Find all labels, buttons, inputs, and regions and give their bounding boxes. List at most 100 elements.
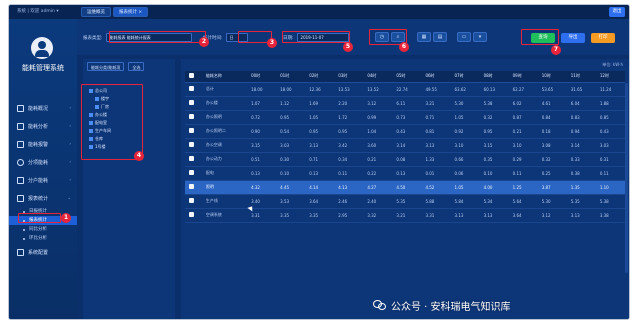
value-cell: 1.05 [450, 110, 480, 125]
checkbox-icon[interactable] [189, 128, 194, 133]
calendar-button[interactable]: ▦ [417, 32, 431, 42]
value-cell: 5.64 [508, 194, 538, 209]
vertical-scrollbar[interactable] [625, 83, 628, 273]
value-cell: 1.25 [508, 180, 538, 195]
checkbox-icon[interactable] [189, 142, 194, 147]
checkbox-icon[interactable] [189, 156, 194, 161]
grid-button[interactable]: ▤ [433, 32, 447, 42]
sidebar-item-report[interactable]: 报表统计 ⌄ [9, 189, 77, 207]
export-button[interactable]: 导出 [561, 33, 585, 43]
row-select-cell[interactable] [185, 124, 202, 139]
select-all-header[interactable] [185, 71, 202, 83]
table-body: 总计 18.00 18.00 12.36 13.53 13.52 22.74 49.55 63.… [185, 82, 625, 223]
value-cell: 0.33 [566, 152, 596, 167]
value-cell: 5.38 [595, 194, 625, 209]
checkbox-icon[interactable] [189, 114, 194, 119]
value-cell: 3.13 [566, 208, 596, 223]
row-select-cell[interactable] [185, 208, 202, 223]
value-cell: 3.42 [334, 138, 364, 153]
checkbox-icon[interactable] [189, 212, 194, 217]
sidebar-subitem-mom[interactable]: 环比分析 [9, 234, 77, 243]
table-row[interactable]: 办公空调 3.15 3.03 3.13 3.42 3.60 3.14 3.13 3.10 3.15… [185, 138, 625, 153]
value-cell: 3.13 [305, 138, 335, 153]
checkbox-icon[interactable] [189, 73, 194, 79]
row-select-cell[interactable] [185, 194, 202, 209]
value-cell: 18.00 [247, 82, 277, 97]
sidebar-item-label: 系统配置 [28, 249, 49, 256]
checkbox-icon[interactable] [189, 86, 194, 91]
table-row[interactable]: 总计 18.00 18.00 12.36 13.53 13.52 22.74 49.55 63.… [185, 82, 625, 97]
row-select-cell[interactable] [185, 110, 202, 125]
value-cell: 53.65 [537, 82, 567, 97]
value-cell: 2.20 [334, 96, 364, 111]
value-cell: 0.84 [537, 110, 567, 125]
row-select-cell[interactable] [185, 138, 202, 153]
sidebar-item-settings[interactable]: 系统配置 [9, 243, 77, 261]
table-row[interactable]: 办公照明 0.72 0.95 1.05 1.72 0.99 0.73 0.71 1.05 0.32… [185, 110, 625, 125]
value-cell: 1.05 [450, 180, 480, 195]
user-info[interactable]: 系统 | 欢迎 admin ▾ [17, 8, 59, 14]
table-row[interactable]: 办公照明二 0.90 0.54 0.95 0.95 1.04 0.43 0.81 0.92 0.9… [185, 124, 625, 139]
wechat-icon [373, 300, 387, 311]
value-cell: 3.31 [421, 208, 451, 223]
sidebar-item-itemized[interactable]: 分项能耗 › [9, 153, 77, 171]
table-row[interactable]: 办公楼 1.07 1.12 1.69 2.20 3.12 6.11 3.21 5.30 5.38 6… [185, 96, 625, 111]
tree-tabs: 能耗分类/能耗项 全选 [87, 62, 145, 71]
table-row[interactable]: 配电 0.13 0.10 0.13 0.11 0.22 0.13 0.01 0.06 0.10 0.… [185, 166, 625, 181]
value-cell: 0.13 [305, 166, 335, 181]
chevron-down-icon: ▾ [478, 34, 482, 40]
value-cell: 0.87 [508, 110, 538, 125]
checkbox-icon[interactable] [189, 184, 194, 189]
annotation-box [18, 213, 61, 223]
tree-tab-category[interactable]: 能耗分类/能耗项 [87, 62, 125, 71]
sidebar-subitem-yoy[interactable]: 同比分析 [9, 225, 77, 234]
row-select-cell[interactable] [185, 180, 202, 195]
value-cell: 12.36 [305, 82, 335, 97]
dropdown-button[interactable]: ▾ [473, 32, 487, 42]
checkbox-icon[interactable] [189, 198, 194, 203]
checkbox-icon[interactable] [189, 170, 194, 175]
report-table-panel: 单位: kW·h 能耗名称 00时 01时 02时 03时 04时 05时 06时 07时 08时… [181, 59, 629, 319]
report-icon [17, 194, 24, 202]
column-header: 06时 [421, 71, 451, 83]
value-cell: 3.38 [595, 208, 625, 223]
annotation-box [282, 31, 350, 43]
calendar-icon: ▦ [421, 34, 427, 40]
sidebar-item-label: 能耗报警 [28, 141, 49, 148]
row-name-cell: 办公动力 [201, 152, 248, 167]
report-table: 能耗名称 00时 01时 02时 03时 04时 05时 06时 07时 08时 09时 10时 11时… [185, 71, 625, 223]
value-cell: 0.21 [508, 124, 538, 139]
sidebar-item-overview[interactable]: 能耗概况 › [9, 99, 77, 117]
table-row[interactable]: 办公动力 0.51 0.30 0.71 0.34 0.21 0.08 1.33 0.66 0.35… [185, 152, 625, 167]
value-cell: 1.72 [334, 110, 364, 125]
sidebar-item-alarm[interactable]: 能耗报警 › [9, 135, 77, 153]
tab-overview[interactable]: 运维概览 [81, 7, 111, 17]
sidebar-item-label: 能耗概况 [28, 105, 49, 112]
value-cell: 3.21 [421, 96, 451, 111]
alarm-icon [17, 140, 24, 148]
value-cell: 0.43 [595, 124, 625, 139]
row-select-cell[interactable] [185, 152, 202, 167]
row-select-cell[interactable] [185, 166, 202, 181]
tab-report[interactable]: 报表统计 × [113, 7, 149, 17]
exit-button[interactable]: 退出 [609, 7, 625, 17]
row-name-cell: 空调系统 [201, 208, 248, 223]
table-row[interactable]: 照明 4.32 4.45 4.14 4.13 4.27 4.50 4.52 1.05 4.00 1.… [185, 180, 625, 195]
value-cell: 1.33 [421, 152, 451, 167]
row-select-cell[interactable] [185, 82, 202, 97]
value-cell: 0.22 [363, 166, 393, 181]
value-cell: 0.43 [392, 124, 422, 139]
print-button[interactable]: 打印 [591, 33, 615, 43]
row-select-cell[interactable] [185, 96, 202, 111]
value-cell: 4.32 [247, 180, 277, 195]
value-cell: 3.03 [276, 138, 306, 153]
sidebar-item-household[interactable]: 分户能耗 › [9, 171, 77, 189]
value-cell: 3.53 [276, 194, 306, 209]
checkbox-icon[interactable] [189, 100, 194, 105]
value-cell: 0.18 [537, 124, 567, 139]
tree-tab-select-all[interactable]: 全选 [128, 62, 145, 71]
window-button[interactable]: ▭ [457, 32, 471, 42]
value-cell: 0.92 [450, 124, 480, 139]
annotation-badge: 7 [551, 45, 561, 55]
sidebar-item-analysis[interactable]: 能耗分析 › [9, 117, 77, 135]
